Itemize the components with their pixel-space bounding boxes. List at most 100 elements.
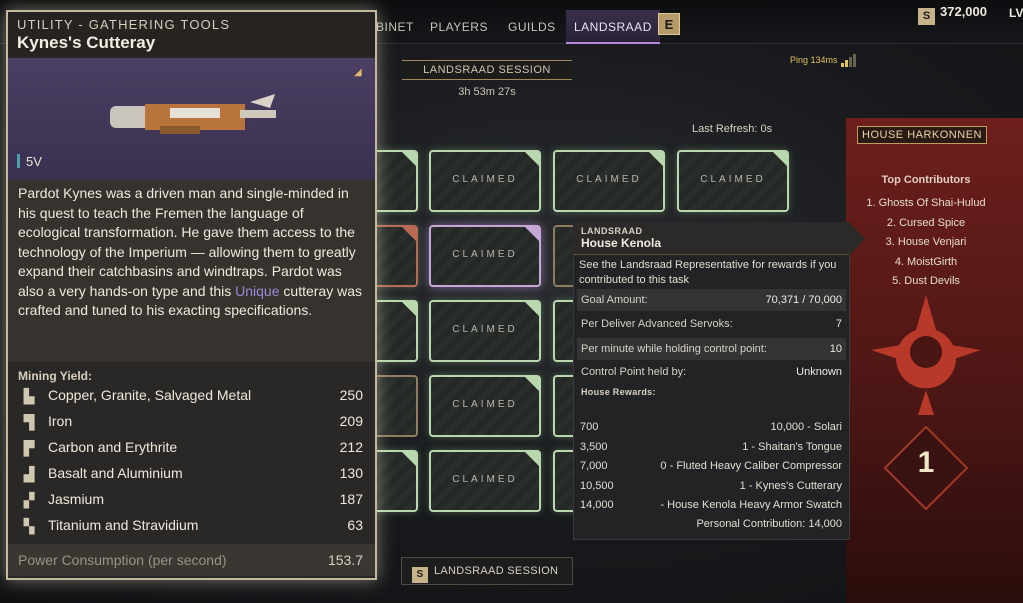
yield-value: 187 [339, 491, 363, 507]
tab-cabinet[interactable]: BINET [376, 20, 414, 34]
yield-value: 63 [347, 517, 363, 533]
volume-value: 5V [26, 154, 42, 169]
yield-row: ▛ Carbon and Erythrite 212 [8, 435, 375, 461]
yield-row: ▟ Basalt and Aluminium 130 [8, 461, 375, 487]
tab-guilds[interactable]: GUILDS [508, 20, 556, 34]
goal-amount-row: Goal Amount: 70,371 / 70,000 [577, 289, 846, 311]
task-tile[interactable]: CLAIMED [677, 150, 789, 212]
level-indicator: LV [1009, 6, 1023, 20]
reward-item: 1 - Kynes's Cutterary [739, 480, 842, 492]
power-value: 153.7 [327, 552, 363, 568]
tile-claimed-label: CLAIMED [452, 249, 518, 260]
solari-amount: 372,000 [940, 4, 987, 19]
harkonnen-crest-icon [871, 295, 981, 415]
task-tile[interactable]: CLAIMED [429, 300, 541, 362]
volume-icon [17, 154, 20, 168]
tile-claimed-label: CLAIMED [452, 399, 518, 410]
ore-icon: ▛ [23, 440, 35, 456]
power-consumption-row: Power Consumption (per second) 153.7 [8, 544, 375, 576]
tile-claimed-label: CLAIMED [700, 174, 766, 185]
per-deliver-row: Per Deliver Advanced Servoks: 7 [577, 313, 846, 335]
row-value: Unknown [796, 366, 842, 378]
landsraad-session-header: LANDSRAAD SESSION [402, 60, 572, 80]
item-volume: 5V [17, 154, 42, 169]
task-tile[interactable]: CLAIMED [429, 375, 541, 437]
ore-icon: ▟ [23, 466, 35, 482]
reward-item: 10,000 - Solari [770, 421, 842, 433]
tile-claimed-label: CLAIMED [452, 324, 518, 335]
signal-icon [840, 54, 857, 67]
solari-balance: S 372,000 [918, 4, 987, 25]
tab-players[interactable]: PLAYERS [430, 20, 488, 34]
cutteray-icon [110, 94, 276, 134]
yield-name: Carbon and Erythrite [48, 439, 178, 455]
row-label: Goal Amount: [581, 294, 648, 306]
yield-name: Titanium and Stravidium [48, 517, 199, 533]
ore-icon: ▞ [23, 492, 35, 508]
house-rewards-title: House Rewards: [581, 387, 656, 397]
per-minute-row: Per minute while holding control point: 1… [577, 338, 846, 360]
rank-number: 1 [917, 446, 935, 479]
contributor-item: 3. House Venjari [885, 236, 967, 248]
session-timer: 3h 53m 27s [458, 86, 516, 98]
s-key-hint: S [412, 567, 428, 583]
item-name: Kynes's Cutteray [17, 33, 156, 52]
row-value: 10 [829, 343, 842, 355]
lore-text: Pardot Kynes was a driven man and single… [18, 185, 356, 299]
row-value: 7 [835, 318, 842, 330]
task-tooltip-subtitle: LANDSRAAD [581, 226, 643, 236]
reward-threshold: 7,000 [580, 460, 608, 472]
reward-row: 7,000 0 - Fluted Heavy Caliber Compressor [580, 460, 842, 476]
contributor-item: 1. Ghosts Of Shai-Hulud [866, 197, 986, 209]
item-lore: Pardot Kynes was a driven man and single… [8, 180, 375, 362]
top-contributors-list: 1. Ghosts Of Shai-Hulud 2. Cursed Spice … [846, 194, 1006, 292]
ping-readout: Ping 134ms [790, 54, 857, 67]
yield-row: ▚ Titanium and Stravidium 63 [8, 513, 375, 539]
yield-value: 250 [339, 387, 363, 403]
yield-name: Jasmium [48, 491, 105, 507]
reward-row: 700 10,000 - Solari [580, 421, 842, 437]
reward-threshold: 10,500 [580, 480, 614, 492]
reward-item: 1 - Shaitan's Tongue [742, 441, 842, 453]
task-tooltip-title: House Kenola [581, 236, 662, 250]
item-category: UTILITY - GATHERING TOOLS [17, 17, 231, 32]
house-name: HOUSE HARKONNEN [857, 126, 987, 144]
reward-threshold: 3,500 [580, 441, 608, 453]
row-label: Control Point held by: [581, 366, 687, 378]
contributor-item: 2. Cursed Spice [886, 216, 966, 229]
solari-icon: S [918, 8, 935, 25]
control-point-row: Control Point held by: Unknown [577, 361, 846, 383]
task-tile[interactable]: CLAIMED [553, 150, 665, 212]
task-tile-selected[interactable]: CLAIMED [429, 225, 541, 287]
yield-name: Iron [48, 413, 73, 429]
landsraad-session-button[interactable]: S LANDSRAAD SESSION [401, 557, 573, 585]
row-label: Per Deliver Advanced Servoks: [581, 318, 733, 330]
next-tab-key-hint[interactable]: E [658, 13, 680, 35]
contributor-item: 5. Dust Devils [892, 275, 960, 287]
yield-row: ▙ Copper, Granite, Salvaged Metal 250 [8, 383, 375, 409]
row-value: 70,371 / 70,000 [765, 294, 842, 306]
reward-row: 3,500 1 - Shaitan's Tongue [580, 441, 842, 457]
ore-icon: ▚ [23, 518, 35, 534]
task-description: See the Landsraad Representative for rew… [579, 259, 837, 286]
ping-text: Ping 134ms [790, 55, 838, 65]
power-label: Power Consumption (per second) [18, 552, 227, 568]
session-button-label: LANDSRAAD SESSION [434, 565, 559, 577]
task-tile[interactable]: CLAIMED [429, 450, 541, 512]
yield-name: Copper, Granite, Salvaged Metal [48, 387, 252, 403]
last-refresh: Last Refresh: 0s [692, 123, 773, 135]
lore-unique-word: Unique [235, 282, 280, 299]
tab-landsraad[interactable]: LANDSRAAD [566, 10, 660, 44]
item-rarity-icon: ◢ [354, 67, 362, 78]
tile-claimed-label: CLAIMED [452, 474, 518, 485]
row-label: Per minute while holding control point: [581, 343, 767, 355]
task-tile[interactable]: CLAIMED [429, 150, 541, 212]
reward-item: - House Kenola Heavy Armor Swatch [660, 499, 842, 511]
reward-item: 0 - Fluted Heavy Caliber Compressor [660, 460, 842, 472]
personal-contribution: Personal Contribution: 14,000 [696, 518, 842, 530]
reward-row: 14,000 - House Kenola Heavy Armor Swatch [580, 499, 842, 515]
yield-value: 130 [339, 465, 363, 481]
ore-icon: ▙ [23, 388, 35, 404]
top-contributors-title: Top Contributors [881, 174, 971, 186]
yield-value: 212 [339, 439, 363, 455]
